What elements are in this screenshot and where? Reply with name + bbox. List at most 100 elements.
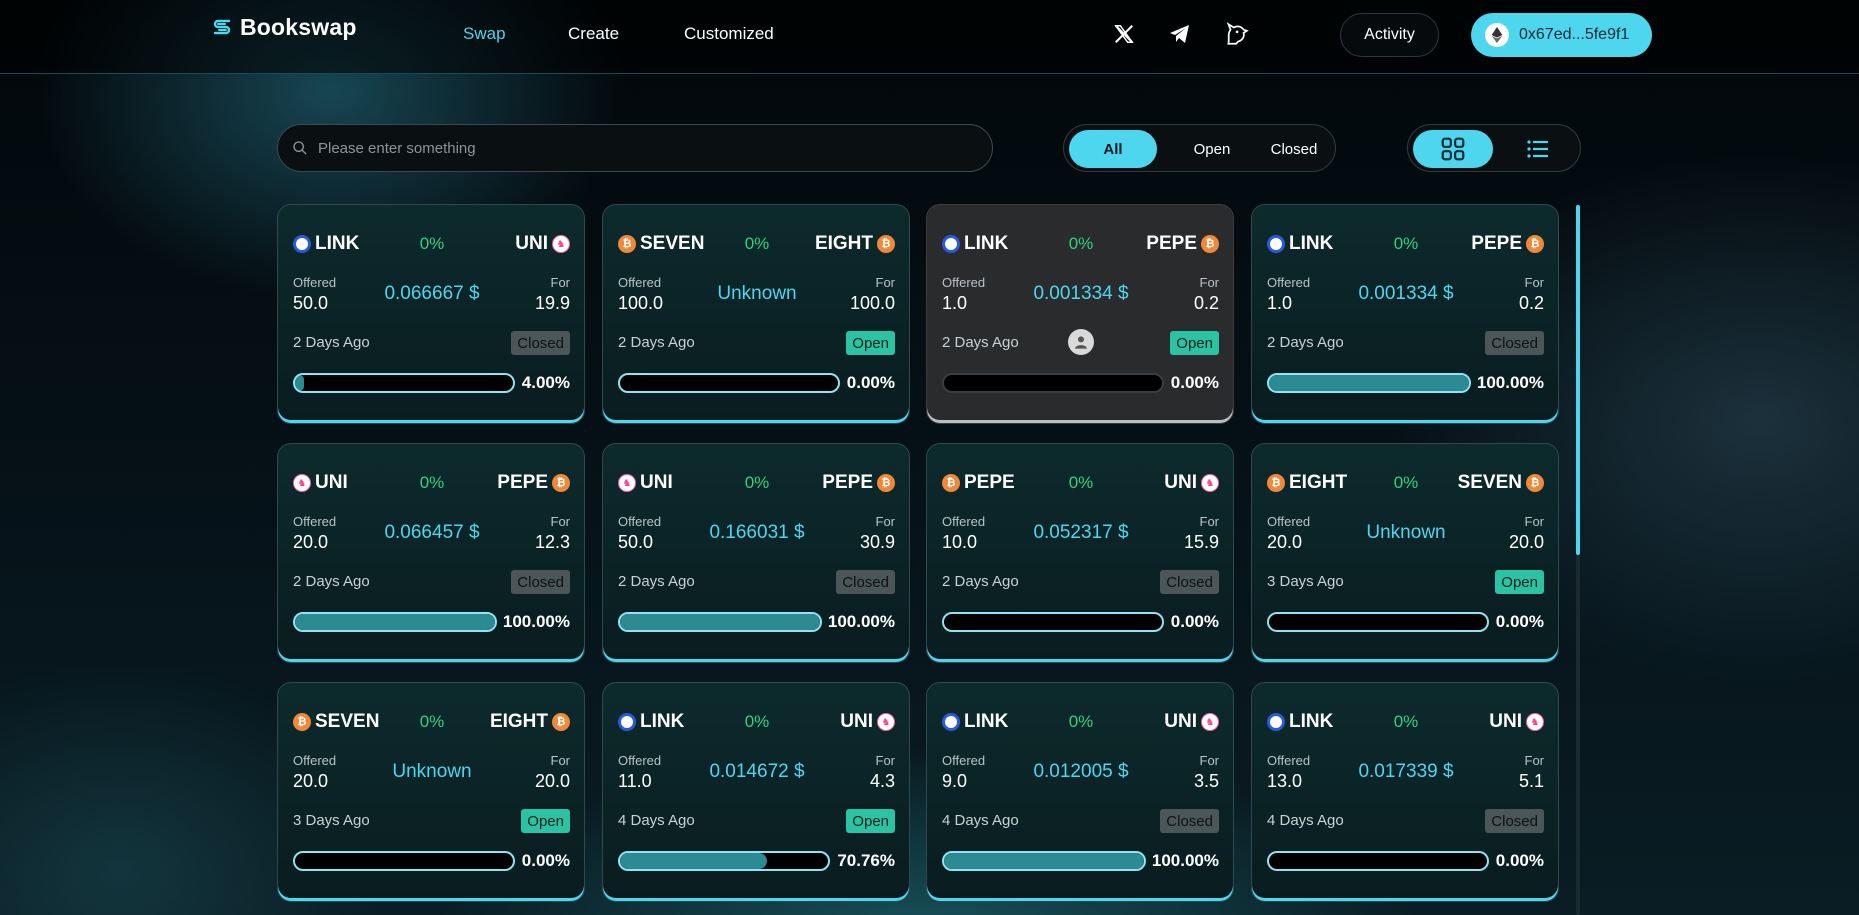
status-badge: Open [846,809,895,833]
progress-bar [942,851,1146,871]
created-time: 4 Days Ago [618,812,695,829]
swap-card[interactable]: ₿ SEVEN 0% EIGHT ₿ Offered For 20.0 20.0 Unknown 3… [277,682,585,902]
requested-token-symbol: PEPE [1471,233,1522,254]
grid-view-button[interactable] [1413,130,1493,168]
progress-percent: 0.00% [521,851,570,870]
progress-bar [942,373,1164,393]
nav-customized[interactable]: Customized [684,24,774,44]
status-badge: Closed [1485,809,1544,833]
progress-bar [1267,612,1489,632]
status-badge: Closed [511,570,570,594]
requested-token-symbol: UNI [1489,711,1522,732]
progress-percent: 0.00% [1495,851,1544,870]
list-view-button[interactable] [1498,130,1578,168]
nav-create[interactable]: Create [568,24,619,44]
progress-bar [1267,851,1489,871]
status-badge: Closed [836,570,895,594]
requested-token: PEPE ₿ [1146,233,1219,255]
unit-price: Unknown [717,283,797,304]
swap-card[interactable]: LINK 0% PEPE ₿ Offered For 1.0 0.2 0.001334 $2 D… [1251,204,1559,424]
progress-bar [293,612,497,632]
filter-open[interactable]: Open [1172,130,1252,168]
progress-percent: 100.00% [502,612,570,631]
created-time: 2 Days Ago [618,334,695,351]
requested-token-symbol: UNI [1164,711,1197,732]
unit-price: Unknown [392,761,472,782]
swap-card[interactable]: ₿ PEPE 0% UNI ♞ Offered For 10.0 15.9 0.052317 $2… [926,443,1234,663]
requested-token-symbol: EIGHT [489,711,548,732]
requested-token-symbol: UNI [515,233,548,254]
status-badge: Open [1495,570,1544,594]
progress-bar-fill [944,853,1144,869]
status-badge: Open [521,809,570,833]
scrollbar-thumb[interactable] [1576,205,1580,555]
requested-token-symbol: PEPE [1146,233,1197,254]
swap-card[interactable]: LINK 0% UNI ♞ Offered For 50.0 19.9 0.066667 $2 … [277,204,585,424]
requested-token-symbol: EIGHT [814,233,873,254]
swap-card[interactable]: LINK 0% UNI ♞ Offered For 13.0 5.1 0.017339 $4 D… [1251,682,1559,902]
status-filter: All Open Closed [1063,124,1336,172]
progress-percent: 70.76% [837,851,895,870]
wallet-address: 0x67ed...5fe9f1 [1519,26,1630,43]
created-time: 3 Days Ago [293,812,370,829]
requested-token-symbol: PEPE [822,472,873,493]
requested-token-symbol: UNI [1164,472,1197,493]
swap-card[interactable]: ♞ UNI 0% PEPE ₿ Offered For 50.0 30.9 0.166031 $2… [602,443,910,663]
swap-card[interactable]: LINK 0% PEPE ₿ Offered For 1.0 0.2 0.001334 $2 D… [926,204,1234,424]
pepe-token-icon: ₿ [877,474,895,492]
swap-card[interactable]: LINK 0% UNI ♞ Offered For 11.0 4.3 0.014672 $4 D… [602,682,910,902]
activity-button[interactable]: Activity [1340,13,1439,57]
search-input[interactable] [318,139,958,157]
x-twitter-icon[interactable] [1108,18,1140,50]
progress-percent: 100.00% [1476,373,1544,392]
progress-bar [618,612,822,632]
requested-token: PEPE ₿ [1471,233,1544,255]
eight-token-icon: ₿ [552,713,570,731]
unicorn-icon[interactable] [1220,18,1252,50]
created-time: 2 Days Ago [1267,334,1344,351]
uni-token-icon: ♞ [1201,474,1219,492]
unit-price: 0.001334 $ [1358,283,1454,304]
progress-percent: 100.00% [827,612,895,631]
filter-closed[interactable]: Closed [1254,130,1334,168]
unit-price: 0.017339 $ [1358,761,1454,782]
requested-token: PEPE ₿ [497,472,570,494]
requested-token: SEVEN ₿ [1458,472,1544,494]
pepe-token-icon: ₿ [1526,235,1544,253]
progress-bar-fill [295,375,304,391]
created-time: 2 Days Ago [293,573,370,590]
requested-token: UNI ♞ [1489,711,1544,733]
progress-percent: 0.00% [1170,612,1219,631]
progress-percent: 0.00% [1170,373,1219,392]
status-badge: Open [846,331,895,355]
swap-card[interactable]: ₿ SEVEN 0% EIGHT ₿ Offered For 100.0 100.0 Unknow… [602,204,910,424]
progress-percent: 0.00% [1495,612,1544,631]
progress-bar [293,373,515,393]
created-time: 2 Days Ago [942,334,1019,351]
ethereum-icon [1485,23,1509,47]
brand-logo[interactable]: Bookswap [210,14,357,41]
progress-bar [942,612,1164,632]
created-time: 2 Days Ago [618,573,695,590]
brand-name: Bookswap [240,14,357,40]
telegram-icon[interactable] [1164,18,1196,50]
progress-bar [618,851,830,871]
status-badge: Closed [1160,570,1219,594]
swap-card[interactable]: LINK 0% UNI ♞ Offered For 9.0 3.5 0.012005 $4 Da… [926,682,1234,902]
unit-price: 0.052317 $ [1033,522,1129,543]
swap-card[interactable]: ₿ EIGHT 0% SEVEN ₿ Offered For 20.0 20.0 Unknown 3… [1251,443,1559,663]
bookswap-logo-icon [213,19,231,34]
unit-price: Unknown [1366,522,1446,543]
requested-token-symbol: SEVEN [1457,472,1522,493]
progress-bar-fill [1269,375,1469,391]
search-icon [293,141,307,155]
unit-price: 0.001334 $ [1033,283,1129,304]
owner-avatar-icon [1068,329,1094,355]
progress-percent: 4.00% [521,373,570,392]
uni-token-icon: ♞ [552,235,570,253]
filter-all[interactable]: All [1069,130,1157,168]
progress-bar-fill [295,614,495,630]
wallet-button[interactable]: 0x67ed...5fe9f1 [1471,13,1652,57]
swap-card[interactable]: ♞ UNI 0% PEPE ₿ Offered For 20.0 12.3 0.066457 $2… [277,443,585,663]
nav-swap[interactable]: Swap [463,24,506,44]
